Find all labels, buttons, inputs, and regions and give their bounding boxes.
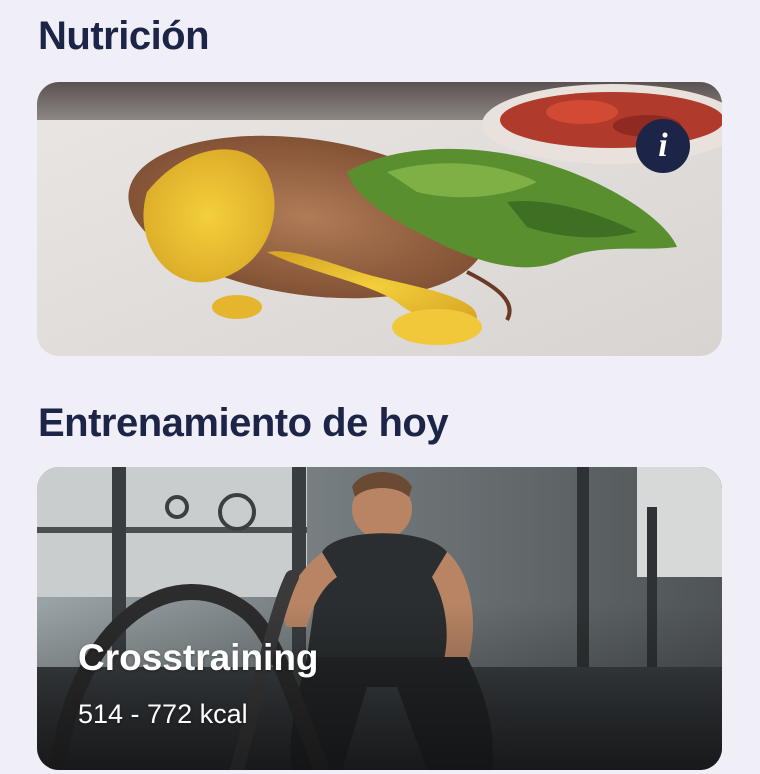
info-button[interactable]: i	[636, 119, 690, 173]
info-icon: i	[658, 127, 668, 164]
nutrition-food-image	[37, 82, 722, 356]
workout-card[interactable]: Crosstraining 514 - 772 kcal	[37, 467, 722, 770]
app-screen: Nutrición i Entrenamiento de hoy Crosstr…	[0, 0, 760, 774]
workout-section-title: Entrenamiento de hoy	[38, 401, 449, 445]
nutrition-section-title: Nutrición	[38, 14, 210, 58]
workout-kcal: 514 - 772 kcal	[78, 699, 248, 729]
nutrition-card[interactable]: i	[37, 82, 722, 356]
workout-name: Crosstraining	[78, 637, 319, 678]
